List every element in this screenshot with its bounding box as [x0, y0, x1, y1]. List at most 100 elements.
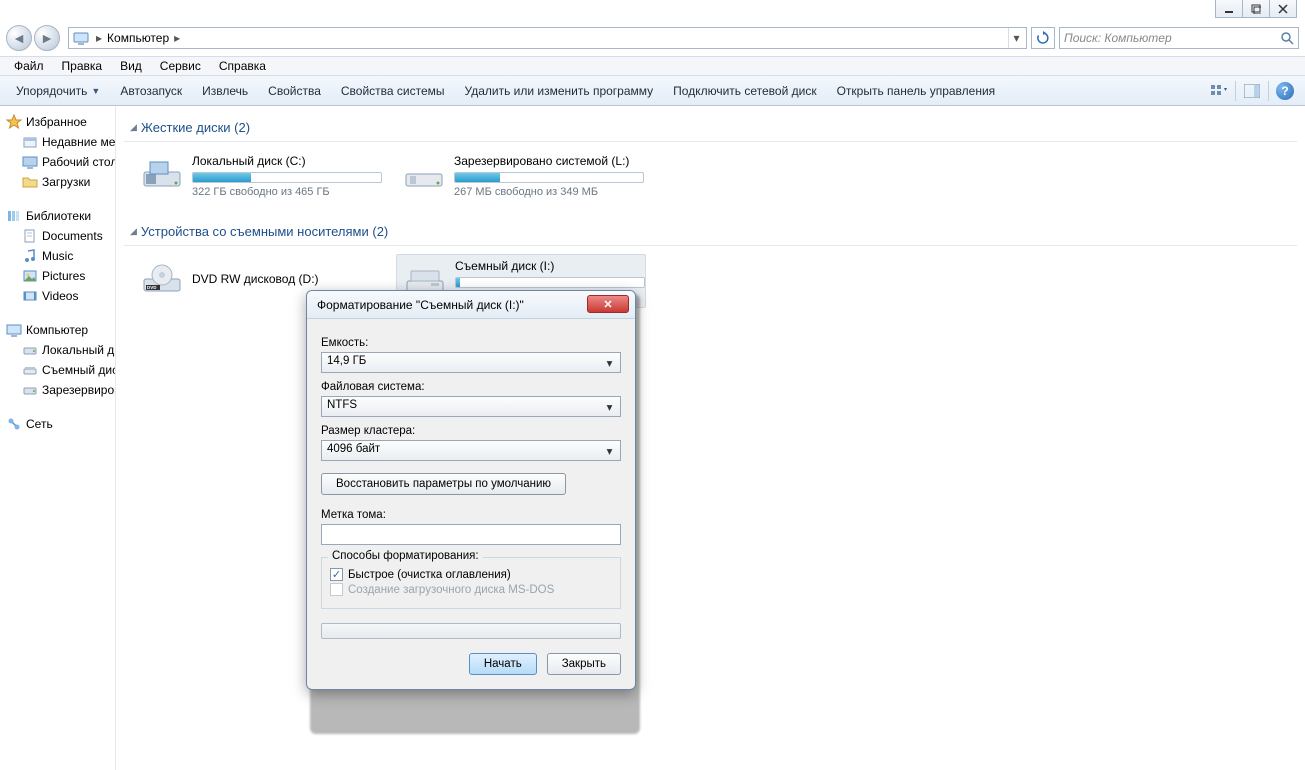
desktop-icon — [22, 154, 38, 170]
menu-edit[interactable]: Правка — [54, 57, 111, 75]
drive-tile-l[interactable]: Зарезервировано системой (L:) 267 МБ сво… — [396, 150, 646, 202]
command-bar: Упорядочить▼ Автозапуск Извлечь Свойства… — [0, 76, 1305, 106]
minimize-button[interactable] — [1215, 0, 1243, 18]
menu-file[interactable]: Файл — [6, 57, 52, 75]
dialog-close-button[interactable]: ✕ — [587, 295, 629, 313]
nav-favorites-header[interactable]: Избранное — [0, 112, 115, 132]
drive-capacity-bar — [454, 172, 644, 183]
pictures-icon — [22, 268, 38, 284]
cmd-organize[interactable]: Упорядочить▼ — [6, 81, 110, 101]
navigation-pane: Избранное Недавние места Рабочий стол За… — [0, 106, 116, 770]
hdd-icon — [22, 342, 38, 358]
collapse-icon: ◢ — [130, 226, 137, 237]
network-icon — [6, 416, 22, 432]
nav-libraries-header[interactable]: Библиотеки — [0, 206, 115, 226]
close-window-button[interactable] — [1269, 0, 1297, 18]
music-icon — [22, 248, 38, 264]
quick-format-checkbox[interactable]: ✓ Быстрое (очистка оглавления) — [330, 568, 612, 581]
menu-view[interactable]: Вид — [112, 57, 150, 75]
cmd-system-properties[interactable]: Свойства системы — [331, 81, 455, 101]
nav-documents[interactable]: Documents — [0, 226, 115, 246]
refresh-button[interactable] — [1031, 27, 1055, 49]
capacity-select[interactable]: 14,9 ГБ▾ — [321, 352, 621, 373]
format-progress-bar — [321, 623, 621, 639]
menu-bar: Файл Правка Вид Сервис Справка — [0, 56, 1305, 76]
folder-icon — [22, 174, 38, 190]
cluster-label: Размер кластера: — [321, 425, 621, 437]
hdd-icon — [140, 156, 184, 196]
dvd-drive-icon: DVD — [140, 261, 184, 301]
filesystem-label: Файловая система: — [321, 381, 621, 393]
breadcrumb-arrow-icon: ▸ — [93, 31, 105, 45]
start-button[interactable]: Начать — [469, 653, 537, 675]
drive-tile-c[interactable]: Локальный диск (C:) 322 ГБ свободно из 4… — [134, 150, 384, 202]
nav-removable-disk-i[interactable]: Съемный диск (I:) — [0, 360, 115, 380]
chevron-down-icon: ▾ — [602, 443, 617, 458]
drive-capacity-bar — [455, 277, 645, 288]
nav-music[interactable]: Music — [0, 246, 115, 266]
help-button[interactable]: ? — [1273, 80, 1297, 102]
dialog-title: Форматирование "Съемный диск (I:)" — [317, 298, 524, 312]
nav-reserved-l[interactable]: Зарезервировано системой (L:) — [0, 380, 115, 400]
drive-name: Зарезервировано системой (L:) — [454, 154, 644, 168]
drive-name: DVD RW дисковод (D:) — [192, 272, 378, 286]
address-history-dropdown[interactable]: ▾ — [1008, 28, 1024, 48]
collapse-icon: ◢ — [130, 122, 137, 133]
cmd-properties[interactable]: Свойства — [258, 81, 331, 101]
computer-icon — [73, 30, 89, 46]
preview-pane-button[interactable] — [1240, 80, 1264, 102]
section-removable[interactable]: ◢Устройства со съемными носителями (2) — [124, 220, 1297, 245]
nav-desktop[interactable]: Рабочий стол — [0, 152, 115, 172]
cluster-select[interactable]: 4096 байт▾ — [321, 440, 621, 461]
close-button[interactable]: Закрыть — [547, 653, 621, 675]
format-options-label: Способы форматирования: — [328, 550, 483, 562]
computer-icon — [6, 322, 22, 338]
cmd-map-network-drive[interactable]: Подключить сетевой диск — [663, 81, 826, 101]
filesystem-select[interactable]: NTFS▾ — [321, 396, 621, 417]
search-input[interactable]: Поиск: Компьютер — [1059, 27, 1299, 49]
volume-label-input[interactable] — [321, 524, 621, 545]
nav-local-disk-c[interactable]: Локальный диск (C:) — [0, 340, 115, 360]
removable-icon — [22, 362, 38, 378]
breadcrumb-computer[interactable]: Компьютер — [105, 31, 171, 45]
address-bar[interactable]: ▸ Компьютер ▸ ▾ — [68, 27, 1027, 49]
menu-service[interactable]: Сервис — [152, 57, 209, 75]
recent-icon — [22, 134, 38, 150]
change-view-button[interactable] — [1207, 80, 1231, 102]
cmd-eject[interactable]: Извлечь — [192, 81, 258, 101]
svg-text:DVD: DVD — [147, 285, 157, 290]
nav-recent[interactable]: Недавние места — [0, 132, 115, 152]
hdd-icon — [22, 382, 38, 398]
star-icon — [6, 114, 22, 130]
volume-label-label: Метка тома: — [321, 509, 621, 521]
restore-defaults-button[interactable]: Восстановить параметры по умолчанию — [321, 473, 566, 495]
section-hard-drives[interactable]: ◢Жесткие диски (2) — [124, 116, 1297, 141]
nav-downloads[interactable]: Загрузки — [0, 172, 115, 192]
dialog-titlebar[interactable]: Форматирование "Съемный диск (I:)" ✕ — [307, 291, 635, 319]
msdos-boot-checkbox: Создание загрузочного диска MS-DOS — [330, 583, 612, 596]
cmd-autorun[interactable]: Автозапуск — [110, 81, 192, 101]
chevron-down-icon: ▼ — [91, 86, 100, 96]
documents-icon — [22, 228, 38, 244]
chevron-down-icon: ▾ — [602, 355, 617, 370]
cmd-open-control-panel[interactable]: Открыть панель управления — [827, 81, 1006, 101]
nav-forward-button[interactable]: ► — [34, 25, 60, 51]
checkbox-unchecked-icon — [330, 583, 343, 596]
search-icon — [1280, 31, 1294, 45]
menu-help[interactable]: Справка — [211, 57, 274, 75]
capacity-label: Емкость: — [321, 337, 621, 349]
nav-pictures[interactable]: Pictures — [0, 266, 115, 286]
breadcrumb-arrow-icon[interactable]: ▸ — [171, 31, 183, 45]
nav-videos[interactable]: Videos — [0, 286, 115, 306]
maximize-button[interactable] — [1242, 0, 1270, 18]
libraries-icon — [6, 208, 22, 224]
nav-network-header[interactable]: Сеть — [0, 414, 115, 434]
drive-freespace: 267 МБ свободно из 349 МБ — [454, 186, 644, 198]
content-area: ◢Жесткие диски (2) Локальный диск (C:) 3… — [116, 106, 1305, 770]
checkbox-checked-icon: ✓ — [330, 568, 343, 581]
cmd-uninstall-program[interactable]: Удалить или изменить программу — [455, 81, 664, 101]
nav-back-button[interactable]: ◄ — [6, 25, 32, 51]
drive-capacity-bar — [192, 172, 382, 183]
drive-name: Локальный диск (C:) — [192, 154, 382, 168]
nav-computer-header[interactable]: Компьютер — [0, 320, 115, 340]
